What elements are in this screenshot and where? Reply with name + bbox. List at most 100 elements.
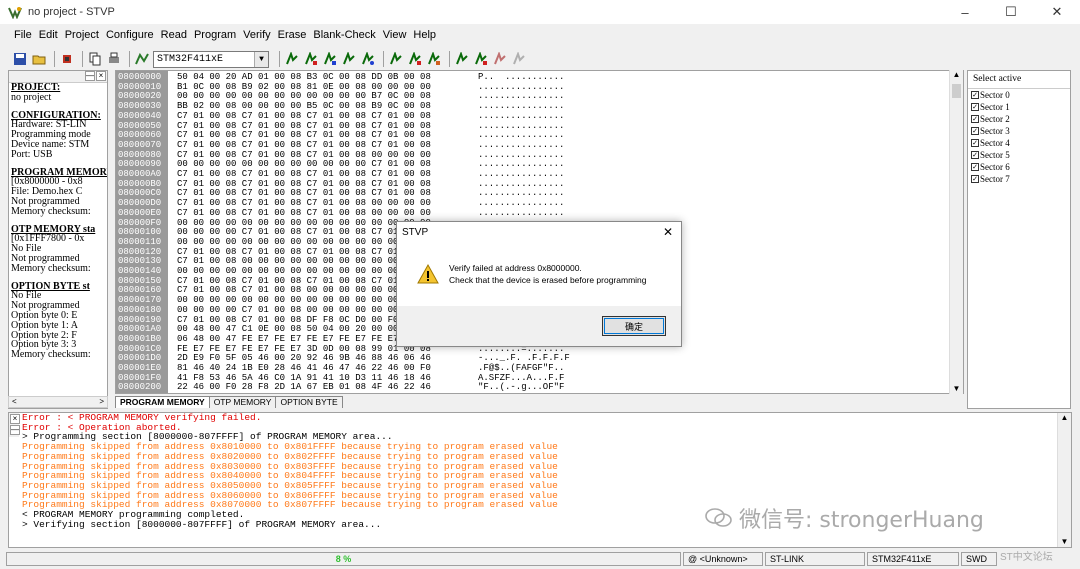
log-panel-controls: × ― [9, 413, 20, 437]
read-all-icon[interactable] [284, 51, 300, 67]
sector-item[interactable]: ✓ Sector 4 [968, 137, 1070, 149]
menu-configure[interactable]: Configure [106, 29, 154, 41]
dialog-body: Verify failed at address 0x8000000. Chec… [397, 242, 681, 306]
menu-erase[interactable]: Erase [278, 29, 307, 41]
left-horizontal-scrollbar[interactable]: < > [8, 396, 108, 408]
sector-list: ✓ Sector 0 ✓ Sector 1 ✓ Sector 2 ✓ Sector 3 ✓ Sec… [968, 89, 1070, 185]
scroll-left-icon[interactable]: < [12, 397, 17, 407]
menu-file[interactable]: File [14, 29, 32, 41]
sector-item[interactable]: ✓ Sector 3 [968, 125, 1070, 137]
checkbox[interactable]: ✓ [971, 163, 979, 171]
print-icon[interactable] [106, 51, 122, 67]
memory-vertical-scrollbar[interactable]: ▲ ▼ [949, 70, 963, 394]
checkbox[interactable]: ✓ [971, 103, 979, 111]
checkbox[interactable]: ✓ [971, 151, 979, 159]
dock-icon[interactable]: ― [10, 425, 20, 435]
menu-help[interactable]: Help [413, 29, 436, 41]
scroll-down-icon[interactable]: ▼ [950, 384, 963, 393]
sector-item[interactable]: ✓ Sector 0 [968, 89, 1070, 101]
close-icon[interactable]: × [96, 71, 106, 81]
title-bar: no project - STVP – ☐ ✕ [0, 0, 1080, 24]
project-info-lines: PROJECT: no project CONFIGURATION: Hardware… [9, 83, 107, 360]
status-bar: 8 % @ <Unknown> ST-LINK STM32F411xE SWD [0, 549, 1080, 569]
save-icon[interactable] [12, 51, 28, 67]
checkbox[interactable]: ✓ [971, 115, 979, 123]
close-icon[interactable]: × [10, 414, 20, 424]
sector-item[interactable]: ✓ Sector 5 [968, 149, 1070, 161]
memory-address: 08000200 [118, 382, 162, 393]
menu-view[interactable]: View [383, 29, 407, 41]
dock-icon[interactable]: ― [85, 71, 95, 81]
error-dialog: STVP ✕ Verify failed at address 0x800000… [396, 221, 682, 347]
menu-verify[interactable]: Verify [243, 29, 271, 41]
status-hardware: ST-LINK [765, 552, 865, 566]
log-vertical-scrollbar[interactable]: ▲ ▼ [1057, 413, 1071, 547]
toolbar: STM32F411xE ▼ [12, 49, 530, 69]
dialog-title: STVP [402, 226, 429, 238]
close-icon[interactable]: ✕ [663, 225, 673, 239]
status-mode: SWD [961, 552, 997, 566]
menu-bar: File Edit Project Configure Read Program… [0, 26, 443, 44]
sector-label: Sector 4 [980, 138, 1010, 148]
memory-hex-bytes[interactable]: 22 46 00 F0 28 F8 2D 1A 67 EB 01 08 4F 4… [177, 383, 431, 393]
scroll-right-icon[interactable]: > [99, 397, 104, 407]
program-all-icon[interactable] [322, 51, 338, 67]
menu-read[interactable]: Read [161, 29, 187, 41]
info-line: Memory checksum: [11, 349, 91, 361]
checkbox[interactable]: ✓ [971, 139, 979, 147]
dialog-title-bar: STVP ✕ [397, 222, 681, 242]
maximize-button[interactable]: ☐ [988, 0, 1034, 24]
menu-program[interactable]: Program [194, 29, 236, 41]
checkbox[interactable]: ✓ [971, 175, 979, 183]
read-current-icon[interactable] [303, 51, 319, 67]
dialog-message-line-2: Check that the device is erased before p… [449, 275, 647, 285]
dialog-footer: 确定 [397, 306, 681, 346]
tab-option-byte[interactable]: OPTION BYTE [275, 396, 343, 408]
verify-icon[interactable] [360, 51, 376, 67]
program-icon[interactable] [134, 51, 150, 67]
ok-button[interactable]: 确定 [602, 316, 666, 336]
dialog-message-line-1: Verify failed at address 0x8000000. [449, 263, 582, 273]
info-line: no project [11, 91, 52, 103]
blank-check-all-icon[interactable] [473, 51, 489, 67]
toolbar-separator [54, 51, 55, 67]
verify-current-icon[interactable] [407, 51, 423, 67]
wechat-logo-icon [705, 508, 732, 527]
device-select[interactable]: STM32F411xE ▼ [153, 50, 269, 68]
close-button[interactable]: ✕ [1034, 0, 1080, 24]
sector-item[interactable]: ✓ Sector 1 [968, 101, 1070, 113]
blank-check-icon[interactable] [454, 51, 470, 67]
toolbar-separator [449, 51, 450, 67]
copy-icon[interactable] [87, 51, 103, 67]
minimize-button[interactable]: – [942, 0, 988, 24]
verify-all-icon[interactable] [388, 51, 404, 67]
menu-blank-check[interactable]: Blank-Check [313, 29, 375, 41]
project-info-panel: ― × PROJECT: no project CONFIGURATION: Hard… [8, 70, 108, 409]
sector-item[interactable]: ✓ Sector 7 [968, 173, 1070, 185]
tab-otp-memory[interactable]: OTP MEMORY [208, 396, 277, 408]
program-current-icon[interactable] [341, 51, 357, 67]
memory-row[interactable]: 08000200 22 46 00 F0 28 F8 2D 1A 67 EB 01… [116, 382, 963, 393]
checkbox[interactable]: ✓ [971, 91, 979, 99]
scroll-up-icon[interactable]: ▲ [1058, 413, 1071, 422]
stvp-window: no project - STVP – ☐ ✕ File Edit Projec… [0, 0, 1080, 569]
sector-item[interactable]: ✓ Sector 2 [968, 113, 1070, 125]
chip-icon[interactable] [59, 51, 75, 67]
erase-icon[interactable] [426, 51, 442, 67]
sector-label: Sector 7 [980, 174, 1010, 184]
chevron-down-icon[interactable]: ▼ [254, 51, 268, 67]
status-port: @ <Unknown> [683, 552, 763, 566]
menu-edit[interactable]: Edit [39, 29, 58, 41]
scrollbar-thumb[interactable] [952, 84, 961, 98]
tab-program-memory[interactable]: PROGRAM MEMORY [115, 396, 210, 408]
disabled-action-icon [492, 51, 508, 67]
toolbar-separator [129, 51, 130, 67]
open-icon[interactable] [31, 51, 47, 67]
menu-project[interactable]: Project [65, 29, 99, 41]
scroll-down-icon[interactable]: ▼ [1058, 537, 1071, 546]
status-device: STM32F411xE [867, 552, 959, 566]
checkbox[interactable]: ✓ [971, 127, 979, 135]
sector-item[interactable]: ✓ Sector 6 [968, 161, 1070, 173]
sector-label: Sector 5 [980, 150, 1010, 160]
scroll-up-icon[interactable]: ▲ [950, 70, 963, 79]
